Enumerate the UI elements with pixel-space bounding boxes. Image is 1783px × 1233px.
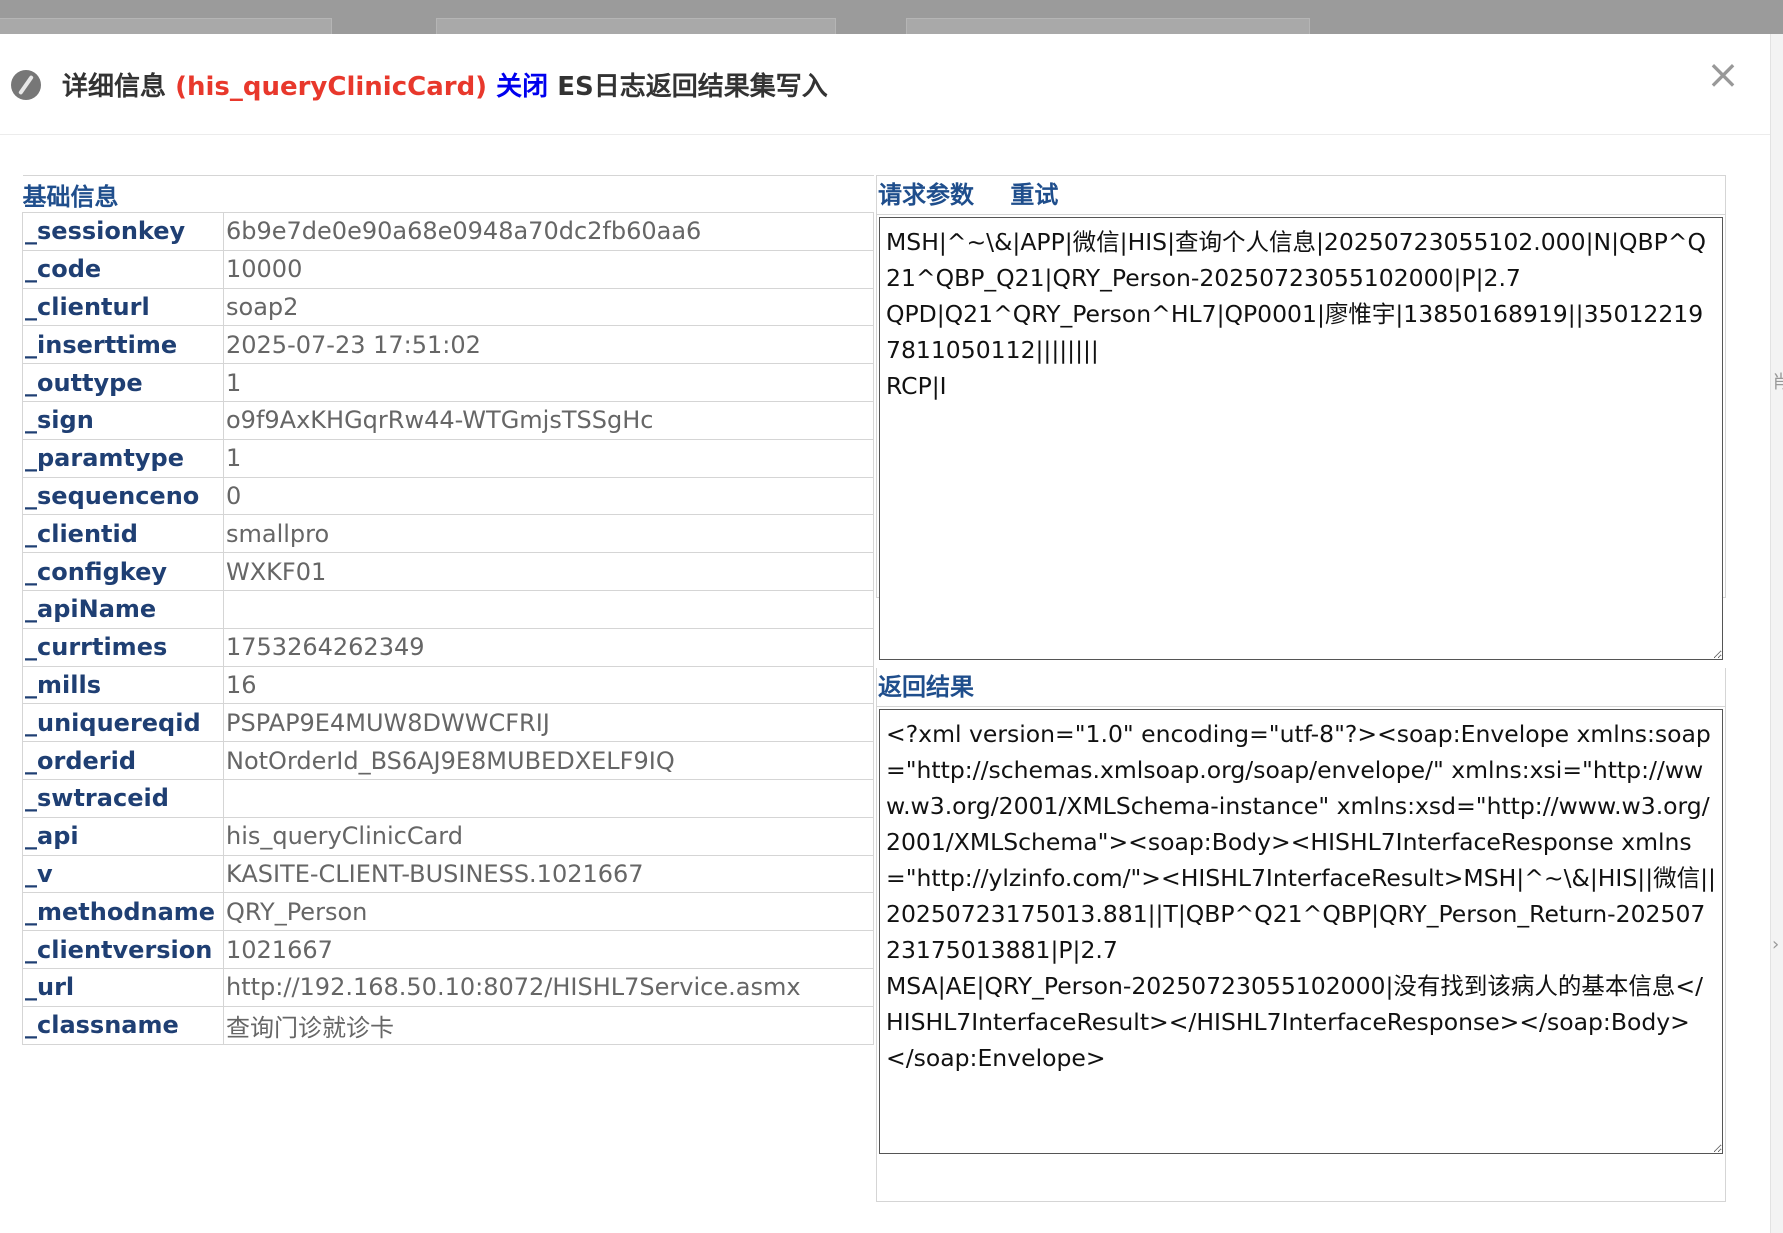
info-key: _api (22, 816, 224, 856)
close-link[interactable]: 关闭 (496, 72, 548, 102)
request-label-row: 请求参数 重试 (877, 176, 1725, 215)
request-params-label: 请求参数 (878, 181, 974, 209)
background-page-edge: 肖 › (1770, 34, 1783, 1233)
info-row: _v KASITE-CLIENT-BUSINESS.1021667 (22, 854, 874, 894)
info-value: 0 (223, 476, 874, 516)
info-row: _api his_queryClinicCard (22, 816, 874, 856)
info-row: _code 10000 (22, 249, 874, 289)
info-row: _sequenceno 0 (22, 476, 874, 516)
info-row: _outtype 1 (22, 363, 874, 402)
title-prefix: 详细信息 (62, 72, 167, 102)
info-key: _configkey (22, 552, 224, 591)
info-row: _currtimes 1753264262349 (22, 627, 874, 667)
response-result-textarea[interactable] (879, 709, 1723, 1154)
info-row: _sign o9f9AxKHGqrRw44-WTGmjsTSSgHc (22, 400, 874, 440)
info-key: _code (22, 249, 224, 289)
title-suffix: ES日志返回结果集写入 (557, 72, 828, 102)
modal-header: 详细信息 (his_queryClinicCard) 关闭 ES日志返回结果集写… (0, 34, 1770, 135)
info-row: _methodname QRY_Person (22, 892, 874, 932)
detail-modal: 详细信息 (his_queryClinicCard) 关闭 ES日志返回结果集写… (0, 34, 1770, 1233)
backdrop-field (0, 18, 332, 35)
info-key: _apiName (22, 589, 224, 629)
info-key: _outtype (22, 363, 224, 402)
info-key: _mills (22, 665, 224, 705)
info-row: _inserttime 2025-07-23 17:51:02 (22, 325, 874, 365)
info-key: _sequenceno (22, 476, 224, 516)
info-value: 2025-07-23 17:51:02 (223, 325, 874, 365)
info-key: _url (22, 967, 224, 1007)
info-row: _uniquereqid PSPAP9E4MUW8DWWCFRIJ (22, 703, 874, 743)
info-value: 1021667 (223, 930, 874, 969)
info-value: 1 (223, 363, 874, 402)
info-value: KASITE-CLIENT-BUSINESS.1021667 (223, 854, 874, 894)
title-api-name: (his_queryClinicCard) (175, 72, 488, 102)
info-value: http://192.168.50.10:8072/HISHL7Service.… (223, 967, 874, 1007)
info-key: _inserttime (22, 325, 224, 365)
info-value: QRY_Person (223, 892, 874, 932)
basic-info-header: 基础信息 (22, 175, 874, 213)
info-value: 查询门诊就诊卡 (223, 1005, 874, 1045)
info-key: _currtimes (22, 627, 224, 667)
info-value: soap2 (223, 287, 874, 327)
modal-title: 详细信息 (his_queryClinicCard) 关闭 ES日志返回结果集写… (62, 66, 828, 103)
side-chevron-icon: › (1772, 934, 1780, 955)
info-key: _methodname (22, 892, 224, 932)
info-value: 16 (223, 665, 874, 705)
backdrop-field (906, 18, 1310, 35)
basic-info-table: 基础信息 _sessionkey 6b9e7de0e90a68e0948a70dc… (22, 175, 874, 1045)
info-row: _paramtype 1 (22, 438, 874, 478)
close-icon[interactable]: × (1706, 55, 1740, 95)
info-row: _mills 16 (22, 665, 874, 705)
info-row: _url http://192.168.50.10:8072/HISHL7Serv… (22, 967, 874, 1007)
info-value: 6b9e7de0e90a68e0948a70dc2fb60aa6 (223, 212, 874, 251)
info-value: his_queryClinicCard (223, 816, 874, 856)
side-glyph: 肖 (1772, 372, 1783, 393)
basic-info-title: 基础信息 (22, 175, 874, 213)
info-key: _sign (22, 400, 224, 440)
retry-button[interactable]: 重试 (1010, 181, 1058, 209)
info-key: _uniquereqid (22, 703, 224, 743)
info-value (223, 778, 874, 818)
info-key: _clientversion (22, 930, 224, 969)
info-row: _apiName (22, 589, 874, 629)
info-key: _orderid (22, 741, 224, 780)
info-value: 1 (223, 438, 874, 478)
request-panel: 请求参数 重试 (876, 175, 1726, 660)
response-label-row: 返回结果 (877, 668, 1725, 707)
info-key: _swtraceid (22, 778, 224, 818)
info-value: PSPAP9E4MUW8DWWCFRIJ (223, 703, 874, 743)
info-row: _clienturl soap2 (22, 287, 874, 327)
info-row: _sessionkey 6b9e7de0e90a68e0948a70dc2fb60… (22, 212, 874, 251)
info-value: 1753264262349 (223, 627, 874, 667)
info-row: _swtraceid (22, 778, 874, 818)
info-row: _configkey WXKF01 (22, 552, 874, 591)
info-key: _clientid (22, 514, 224, 554)
info-row: _clientversion 1021667 (22, 930, 874, 969)
page-backdrop (0, 0, 1783, 35)
request-params-textarea[interactable] (879, 217, 1723, 660)
info-key: _v (22, 854, 224, 894)
compass-icon (11, 70, 41, 100)
info-key: _paramtype (22, 438, 224, 478)
info-key: _sessionkey (22, 212, 224, 251)
response-result-label: 返回结果 (878, 673, 974, 701)
info-value (223, 589, 874, 629)
info-key: _clienturl (22, 287, 224, 327)
info-value: smallpro (223, 514, 874, 554)
info-row: _classname 查询门诊就诊卡 (22, 1005, 874, 1045)
info-value: 10000 (223, 249, 874, 289)
info-row: _clientid smallpro (22, 514, 874, 554)
info-value: NotOrderId_BS6AJ9E8MUBEDXELF9IQ (223, 741, 874, 780)
info-value: WXKF01 (223, 552, 874, 591)
info-row: _orderid NotOrderId_BS6AJ9E8MUBEDXELF9IQ (22, 741, 874, 780)
response-panel: 返回结果 (876, 668, 1726, 1202)
info-key: _classname (22, 1005, 224, 1045)
backdrop-field (436, 18, 836, 35)
info-value: o9f9AxKHGqrRw44-WTGmjsTSSgHc (223, 400, 874, 440)
